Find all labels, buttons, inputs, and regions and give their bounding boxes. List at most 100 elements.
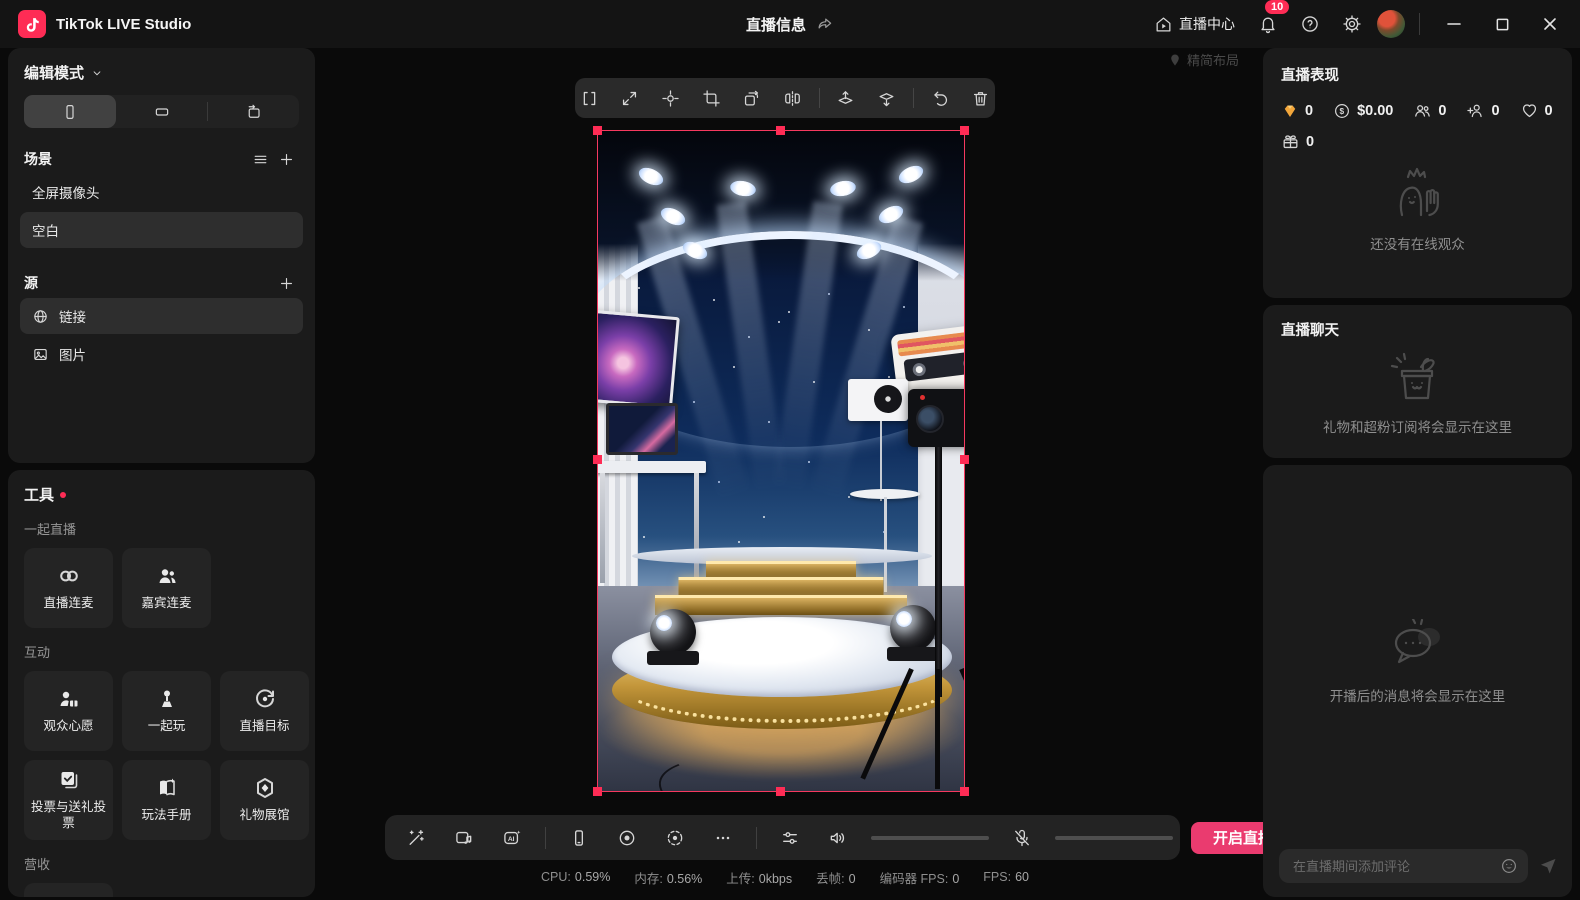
compact-layout-toggle[interactable]: 精简布局 [1168,50,1239,69]
source-item-link[interactable]: 链接 [20,298,303,334]
close-button[interactable] [1530,7,1570,41]
resize-handle-n[interactable] [776,126,785,135]
minimize-button[interactable] [1434,7,1474,41]
pin-icon [1171,53,1179,66]
undo-button[interactable] [926,83,955,113]
video-music-button[interactable] [449,823,479,853]
tool-tile-playbook[interactable]: 玩法手册 [122,760,211,840]
wishlist-person-gift-icon [60,691,77,707]
gifts-empty-doodle [1390,352,1435,400]
user-avatar[interactable] [1377,10,1405,38]
portrait-mode-button[interactable] [24,95,116,128]
scene-source-panel: 编辑模式 场景 全屏摄像头 空白 源 链接 图片 [8,48,315,463]
stat-likes: 0 [1520,101,1553,120]
rotate-mode-button[interactable] [207,95,299,128]
no-viewers-doodle [1399,167,1439,217]
stat-upload: 上传: 0kbps [726,871,793,886]
ai-assistant-button[interactable]: AI [497,823,527,853]
group-label-colive: 一起直播 [24,522,77,537]
resize-handle-sw[interactable] [593,787,602,796]
mic-muted-icon[interactable] [1007,823,1037,853]
stat-cpu: CPU: 0.59% [541,870,611,884]
tool-tile-polls[interactable]: 投票与送礼投票 [24,760,113,840]
resize-handle-e[interactable] [960,455,969,464]
help-button[interactable] [1293,7,1327,41]
viewers-icon [1415,105,1431,117]
emoji-icon[interactable] [1500,857,1518,875]
settings-gear-button[interactable] [1335,7,1369,41]
effects-wand-button[interactable] [401,823,431,853]
stat-encoder-fps: 编码器 FPS: 0 [879,871,960,886]
more-options-button[interactable] [708,823,738,853]
scene-item-blank[interactable]: 空白 [20,212,303,248]
auto-focus-button[interactable] [660,823,690,853]
resize-handle-ne[interactable] [960,126,969,135]
add-source-button[interactable] [273,270,299,296]
dollar-icon: $ [1335,103,1350,118]
no-viewers-text: 还没有在线观众 [1370,237,1465,252]
bring-forward-button[interactable] [832,83,861,113]
notifications-button[interactable]: 10 [1251,0,1292,41]
live-center-button[interactable]: 直播中心 [1146,7,1243,41]
titlebar-divider [1419,13,1420,35]
speaker-volume-slider[interactable] [871,835,989,840]
mic-volume-slider[interactable] [1055,835,1173,840]
scene-label: 全屏摄像头 [32,186,100,201]
resize-handle-nw[interactable] [593,126,602,135]
resize-handle-w[interactable] [593,455,602,464]
tool-tile-play-together[interactable]: 一起玩 [122,671,211,751]
landscape-mode-button[interactable] [116,95,208,128]
phone-mirror-button[interactable] [564,823,594,853]
comment-input-box [1279,849,1528,883]
speaker-volume-icon[interactable] [823,823,853,853]
scenes-title: 场景 [24,151,52,167]
edit-mode-dropdown[interactable]: 编辑模式 [24,62,299,83]
control-toolbar: AI 开启直播 [385,815,1296,860]
edit-mode-label: 编辑模式 [24,65,85,82]
delete-button[interactable] [966,83,995,113]
add-scene-button[interactable] [273,146,299,172]
center-position-button[interactable] [656,83,685,113]
messages-empty-doodle [1394,619,1440,664]
goal-target-icon [255,689,274,708]
scene-item-fullscreen-camera[interactable]: 全屏摄像头 [20,174,303,210]
send-comment-icon[interactable] [1538,856,1558,876]
flip-horizontal-button[interactable] [778,83,807,113]
tiktok-logo-icon [18,10,46,38]
expand-button[interactable] [616,83,645,113]
record-button[interactable] [612,823,642,853]
chevron-down-icon [93,70,101,75]
tool-tile-live-goal[interactable]: 直播目标 [220,671,309,751]
compact-layout-label: 精简布局 [1187,53,1240,68]
tool-tile-guest-link[interactable]: 嘉宾连麦 [122,548,211,628]
link-rings-icon [59,570,78,582]
landscape-rect-icon [155,107,168,116]
crop-button[interactable] [697,83,726,113]
notification-badge: 10 [1263,0,1292,16]
stat-dropped-frames: 丢帧: 0 [816,871,856,886]
messages-empty-text: 开播后的消息将会显示在这里 [1329,689,1506,704]
share-icon[interactable] [816,15,834,33]
rotate-button[interactable] [737,83,766,113]
source-item-image[interactable]: 图片 [20,336,303,372]
guests-people-icon [159,569,176,584]
tool-tile-revenue[interactable] [24,883,113,897]
live-center-label: 直播中心 [1179,16,1235,32]
select-region-button[interactable] [575,83,604,113]
tool-tile-host-link[interactable]: 直播连麦 [24,548,113,628]
stat-diamonds: 0 [1281,102,1313,120]
maximize-button[interactable] [1482,7,1522,41]
toolbar-divider [818,88,820,108]
resize-handle-s[interactable] [776,787,785,796]
tool-tile-wishlist[interactable]: 观众心愿 [24,671,113,751]
send-backward-button[interactable] [872,83,901,113]
tool-tile-gift-gallery[interactable]: 礼物展馆 [220,760,309,840]
statusbar: CPU: 0.59% 内存: 0.56% 上传: 0kbps 丢帧: 0 编码器 FPS… [315,864,1255,890]
audio-mixer-button[interactable] [775,823,805,853]
image-icon [34,348,47,360]
stage-preview-image[interactable] [593,126,969,796]
resize-handle-se[interactable] [960,787,969,796]
toolbar-divider [756,826,757,849]
scene-list-icon[interactable] [247,146,273,172]
comment-input[interactable] [1291,857,1500,875]
